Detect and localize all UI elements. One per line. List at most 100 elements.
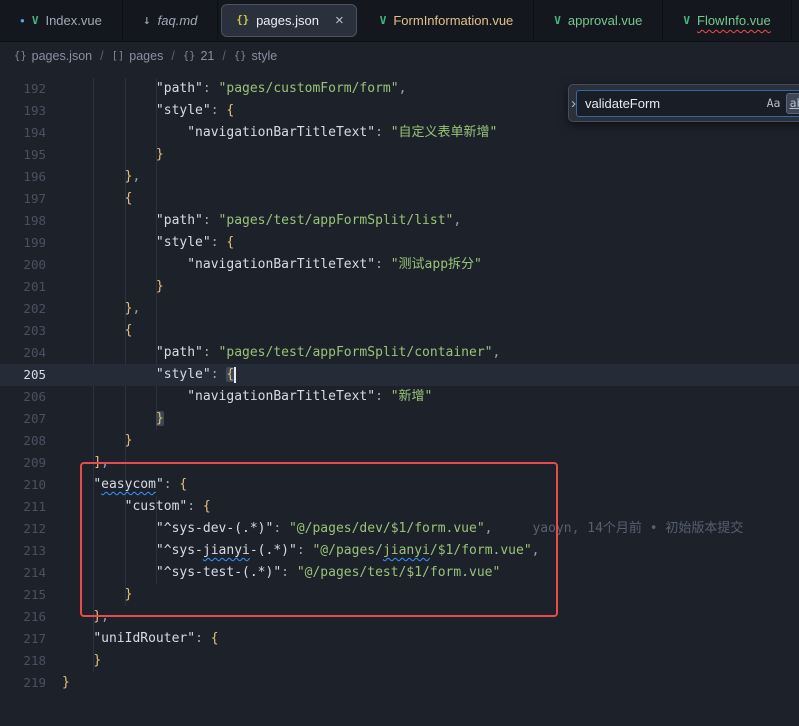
code-line[interactable]: 217 "uniIdRouter": { <box>0 628 799 650</box>
code-line[interactable]: 218 } <box>0 650 799 672</box>
code-line-text: "^sys-test-(.*)": "@/pages/test/$1/form.… <box>62 562 500 584</box>
text-cursor <box>234 367 236 383</box>
breadcrumb-label: pages <box>129 49 163 63</box>
line-number[interactable]: 214 <box>0 562 62 584</box>
line-number[interactable]: 198 <box>0 210 62 232</box>
line-number[interactable]: 212 <box>0 518 62 540</box>
breadcrumb-item-pages-json[interactable]: {} pages.json <box>14 49 92 63</box>
line-number[interactable]: 219 <box>0 672 62 694</box>
code-line[interactable]: 199 "style": { <box>0 232 799 254</box>
tab-forminformation-vue[interactable]: V FormInformation.vue <box>360 0 535 41</box>
line-number[interactable]: 200 <box>0 254 62 276</box>
line-number[interactable]: 209 <box>0 452 62 474</box>
code-area[interactable]: 192 "path": "pages/customForm/form",193 … <box>0 70 799 694</box>
tab-flowinfo-vue[interactable]: V FlowInfo.vue <box>663 0 791 41</box>
code-line[interactable]: 215 } <box>0 584 799 606</box>
code-line-text: "navigationBarTitleText": "新增" <box>62 386 432 408</box>
code-line[interactable]: 195 } <box>0 144 799 166</box>
line-number[interactable]: 211 <box>0 496 62 518</box>
whole-word-button[interactable]: ab <box>786 93 799 114</box>
tab-faq-md[interactable]: ↓ faq.md <box>123 0 219 41</box>
breadcrumb-separator: / <box>222 49 225 63</box>
line-number[interactable]: 194 <box>0 122 62 144</box>
line-number[interactable]: 196 <box>0 166 62 188</box>
code-line-text: } <box>62 672 70 694</box>
object-icon: {} <box>14 50 27 62</box>
line-number[interactable]: 207 <box>0 408 62 430</box>
line-number[interactable]: 193 <box>0 100 62 122</box>
code-line[interactable]: 214 "^sys-test-(.*)": "@/pages/test/$1/f… <box>0 562 799 584</box>
code-line[interactable]: 196 }, <box>0 166 799 188</box>
code-line[interactable]: 206 "navigationBarTitleText": "新增" <box>0 386 799 408</box>
code-line-text: }, <box>62 166 140 188</box>
json-icon: {} <box>236 15 249 26</box>
line-number[interactable]: 204 <box>0 342 62 364</box>
find-input[interactable] <box>585 96 761 111</box>
line-number[interactable]: 210 <box>0 474 62 496</box>
tab-label: approval.vue <box>568 14 642 27</box>
line-number[interactable]: 197 <box>0 188 62 210</box>
code-line[interactable]: 208 } <box>0 430 799 452</box>
tab-approval-vue[interactable]: V approval.vue <box>534 0 663 41</box>
code-line-text: "navigationBarTitleText": "测试app拆分" <box>62 254 482 276</box>
line-number[interactable]: 203 <box>0 320 62 342</box>
breadcrumb-item-style[interactable]: {} style <box>234 49 277 63</box>
code-line-text: "uniIdRouter": { <box>62 628 219 650</box>
line-number[interactable]: 199 <box>0 232 62 254</box>
vue-icon: V <box>380 15 387 26</box>
code-line[interactable]: 197 { <box>0 188 799 210</box>
code-line-text: "style": { <box>62 232 234 254</box>
line-number[interactable]: 218 <box>0 650 62 672</box>
tab-label: FormInformation.vue <box>393 14 513 27</box>
code-line[interactable]: 212 "^sys-dev-(.*)": "@/pages/dev/$1/for… <box>0 518 799 540</box>
breadcrumb-label: style <box>252 49 278 63</box>
line-number[interactable]: 213 <box>0 540 62 562</box>
close-icon[interactable]: × <box>335 13 344 28</box>
breadcrumb-item-pages[interactable]: [] pages <box>112 49 164 63</box>
line-number[interactable]: 201 <box>0 276 62 298</box>
code-line[interactable]: 209 ], <box>0 452 799 474</box>
line-number[interactable]: 215 <box>0 584 62 606</box>
line-number[interactable]: 202 <box>0 298 62 320</box>
line-number[interactable]: 217 <box>0 628 62 650</box>
tab-index-vue[interactable]: ● V Index.vue <box>0 0 123 41</box>
line-number[interactable]: 216 <box>0 606 62 628</box>
code-line[interactable]: 194 "navigationBarTitleText": "自定义表单新增" <box>0 122 799 144</box>
line-number[interactable]: 192 <box>0 78 62 100</box>
object-icon: {} <box>234 50 247 62</box>
code-line[interactable]: 211 "custom": { <box>0 496 799 518</box>
code-line-text: "navigationBarTitleText": "自定义表单新增" <box>62 122 497 144</box>
code-line[interactable]: 210 "easycom": { <box>0 474 799 496</box>
code-line-text: "easycom": { <box>62 474 187 496</box>
code-line-text: "^sys-jianyi-(.*)": "@/pages/jianyi/$1/f… <box>62 540 539 562</box>
line-number[interactable]: 208 <box>0 430 62 452</box>
code-line[interactable]: 198 "path": "pages/test/appFormSplit/lis… <box>0 210 799 232</box>
match-case-button[interactable]: Aa <box>763 93 784 114</box>
vue-icon: V <box>683 15 690 26</box>
code-line[interactable]: 201 } <box>0 276 799 298</box>
modified-dot: ● <box>20 17 25 25</box>
line-number[interactable]: 205 <box>0 364 62 386</box>
code-line[interactable]: 202 }, <box>0 298 799 320</box>
tab-label: FlowInfo.vue <box>697 14 771 27</box>
tab-bar: ● V Index.vue ↓ faq.md {} pages.json × V… <box>0 0 799 42</box>
tab-label: faq.md <box>158 14 198 27</box>
code-line[interactable]: 203 { <box>0 320 799 342</box>
code-line-text: "^sys-dev-(.*)": "@/pages/dev/$1/form.vu… <box>62 518 743 540</box>
code-line[interactable]: 213 "^sys-jianyi-(.*)": "@/pages/jianyi/… <box>0 540 799 562</box>
code-line-text: } <box>62 408 164 430</box>
vue-icon: V <box>554 15 561 26</box>
editor[interactable]: 192 "path": "pages/customForm/form",193 … <box>0 70 799 726</box>
code-line[interactable]: 204 "path": "pages/test/appFormSplit/con… <box>0 342 799 364</box>
array-icon: [] <box>112 50 125 62</box>
line-number[interactable]: 195 <box>0 144 62 166</box>
code-line[interactable]: 219} <box>0 672 799 694</box>
code-line[interactable]: 205 "style": { <box>0 364 799 386</box>
object-icon: {} <box>183 50 196 62</box>
code-line[interactable]: 200 "navigationBarTitleText": "测试app拆分" <box>0 254 799 276</box>
tab-pages-json[interactable]: {} pages.json × <box>221 4 356 37</box>
breadcrumb-item-21[interactable]: {} 21 <box>183 49 215 63</box>
code-line[interactable]: 216 }, <box>0 606 799 628</box>
line-number[interactable]: 206 <box>0 386 62 408</box>
code-line[interactable]: 207 } <box>0 408 799 430</box>
